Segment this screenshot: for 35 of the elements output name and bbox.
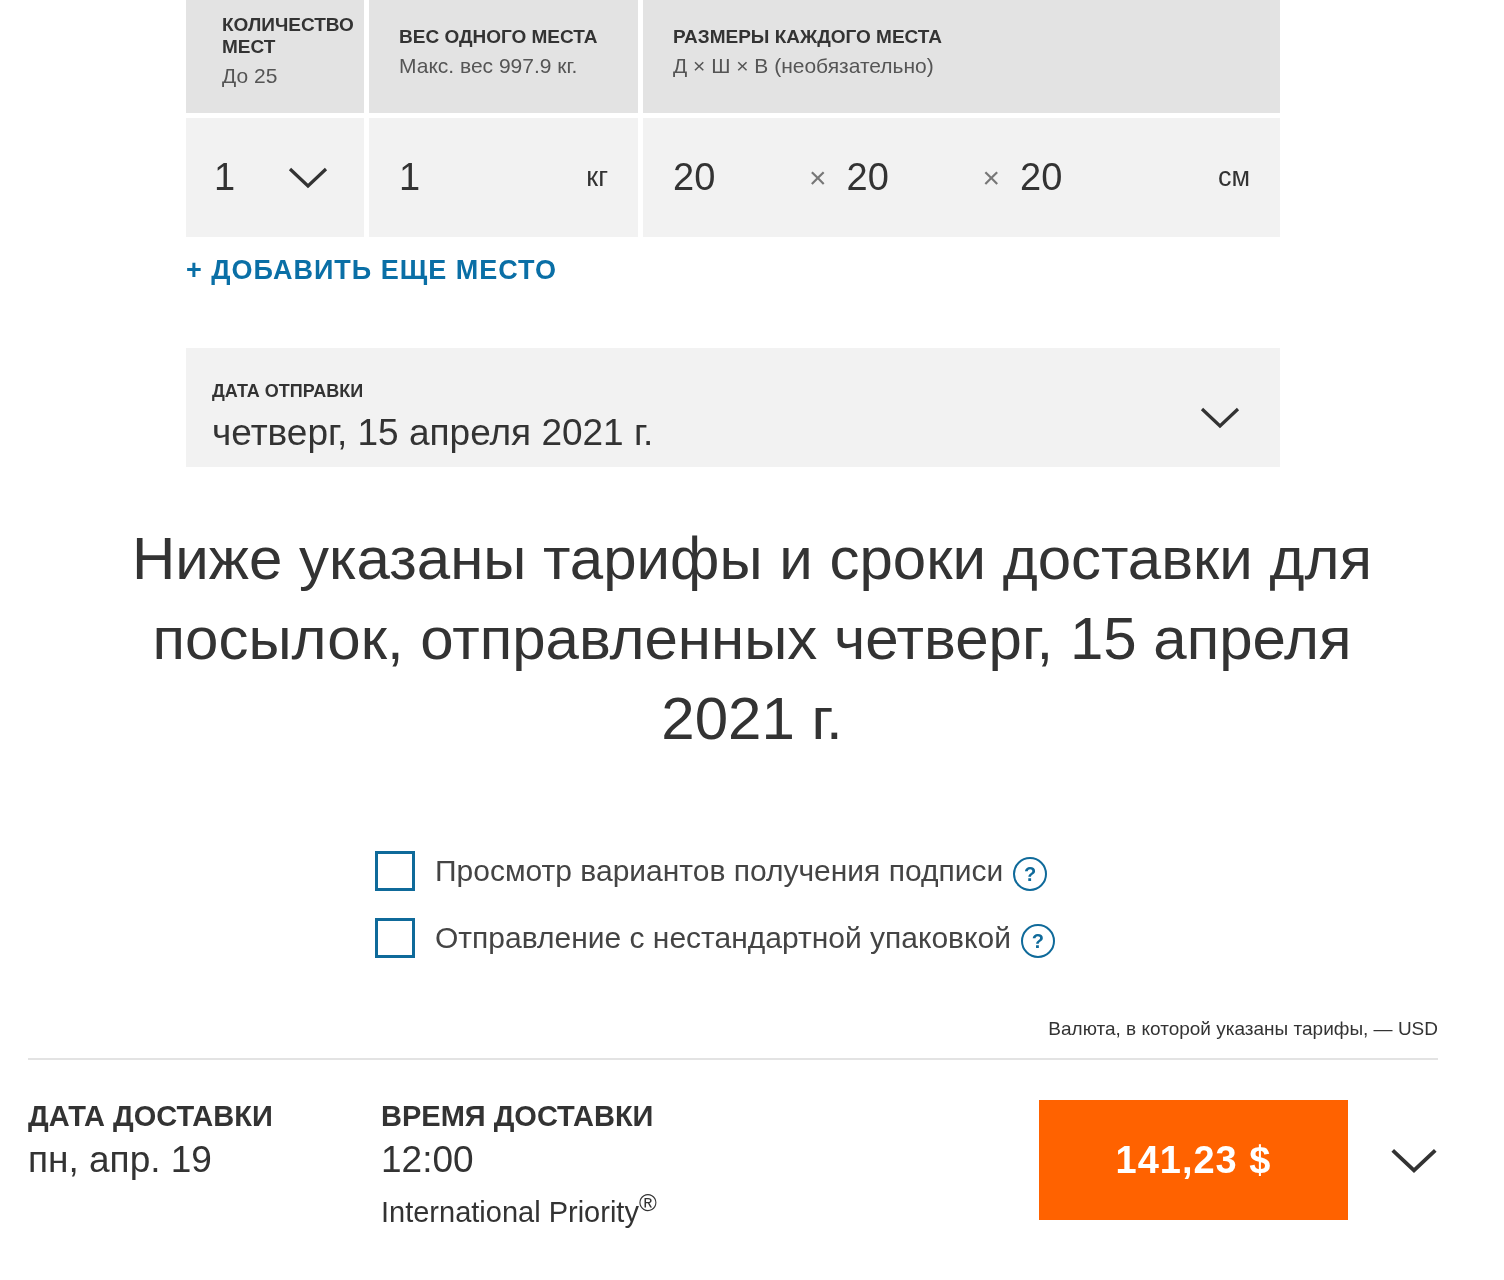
column-title: КОЛИЧЕСТВО МЕСТ: [222, 14, 355, 58]
multiply-sign: ×: [809, 160, 827, 195]
column-hint: До 25: [222, 64, 279, 88]
weight-field[interactable]: 1: [399, 156, 549, 199]
add-package-link[interactable]: + ДОБАВИТЬ ЕЩЕ МЕСТО: [186, 255, 557, 286]
service-name: International Priority$^{®}$: [381, 1189, 658, 1229]
delivery-time: 12:00: [381, 1139, 475, 1181]
help-icon[interactable]: ?: [1013, 857, 1048, 891]
checkbox[interactable]: [375, 918, 415, 958]
chevron-down-icon: [1390, 1148, 1438, 1174]
column-title: РАЗМЕРЫ КАЖДОГО МЕСТА: [673, 26, 943, 48]
chevron-down-icon: [288, 166, 328, 189]
dimension-field[interactable]: 20: [846, 156, 957, 199]
dimension-field[interactable]: 20: [1020, 156, 1131, 199]
delivery-date: пн, апр. 19: [28, 1139, 213, 1181]
checkbox-label: Отправление с нестандартной упаковкой: [435, 921, 1011, 955]
column-title: ВЕС ОДНОГО МЕСТА: [399, 26, 599, 48]
quantity-select[interactable]: 1: [186, 118, 364, 237]
checkbox[interactable]: [375, 851, 415, 891]
delivery-time-label: ВРЕМЯ ДОСТАВКИ: [381, 1100, 655, 1133]
unit-label: кг: [586, 162, 608, 193]
currency-note: Валюта, в которой указаны тарифы, — USD: [1048, 1018, 1438, 1039]
chevron-down-icon: [1200, 406, 1240, 429]
checkbox-label: Просмотр вариантов получения подписи: [435, 854, 1004, 888]
unit-label: см: [1217, 162, 1250, 193]
field-label: ДАТА ОТПРАВКИ: [212, 381, 365, 402]
rates-heading: Ниже указаны тарифы и сроки доставки для посылок, отправленных четверг, 15 апреля 2021 г.: [130, 524, 1374, 754]
ship-date-select[interactable]: ДАТА ОТПРАВКИ четверг, 15 апреля 2021 г.: [186, 348, 1280, 467]
help-icon[interactable]: ?: [1020, 924, 1055, 958]
dimension-field[interactable]: 20: [673, 156, 783, 199]
multiply-sign: ×: [982, 160, 1001, 195]
ship-date-value: четверг, 15 апреля 2021 г.: [212, 412, 654, 454]
delivery-date-label: ДАТА ДОСТАВКИ: [28, 1100, 274, 1133]
column-hint: Макс. вес 997.9 кг.: [399, 54, 579, 78]
column-hint: Д × Ш × В (необязательно): [673, 54, 935, 78]
